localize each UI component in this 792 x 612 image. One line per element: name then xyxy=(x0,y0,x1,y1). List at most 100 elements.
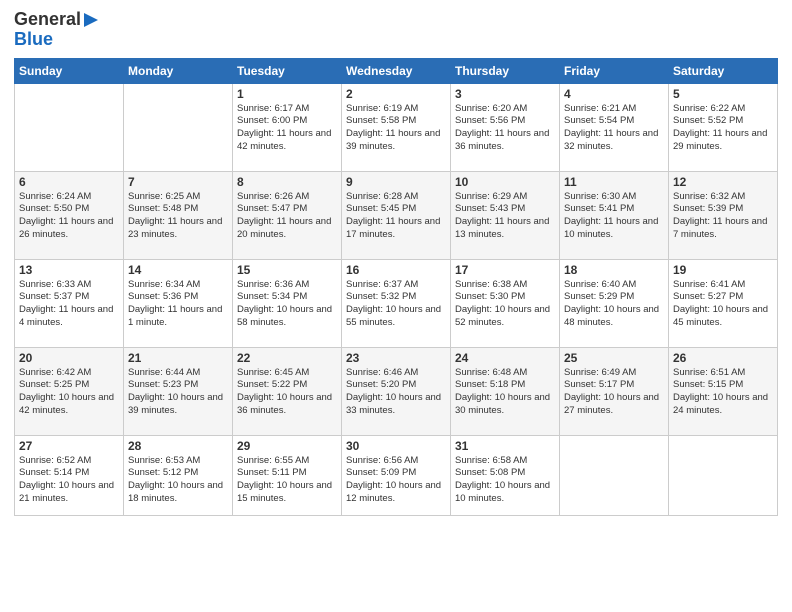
day-info: Sunrise: 6:56 AMSunset: 5:09 PMDaylight:… xyxy=(346,455,446,506)
day-number: 20 xyxy=(19,351,119,365)
calendar-cell: 9 Sunrise: 6:28 AMSunset: 5:45 PMDaylight… xyxy=(342,171,451,259)
day-number: 18 xyxy=(564,263,664,277)
day-info: Sunrise: 6:29 AMSunset: 5:43 PMDaylight:… xyxy=(455,191,555,242)
calendar-header-monday: Monday xyxy=(124,58,233,83)
calendar-header-tuesday: Tuesday xyxy=(233,58,342,83)
calendar-cell: 12 Sunrise: 6:32 AMSunset: 5:39 PMDayligh… xyxy=(669,171,778,259)
day-number: 4 xyxy=(564,87,664,101)
calendar-cell: 27 Sunrise: 6:52 AMSunset: 5:14 PMDayligh… xyxy=(15,435,124,515)
day-info: Sunrise: 6:32 AMSunset: 5:39 PMDaylight:… xyxy=(673,191,773,242)
day-info: Sunrise: 6:44 AMSunset: 5:23 PMDaylight:… xyxy=(128,367,228,418)
calendar-cell: 21Sunrise: 6:44 AMSunset: 5:23 PMDayligh… xyxy=(124,347,233,435)
logo: General Blue xyxy=(14,10,100,50)
calendar-table: SundayMondayTuesdayWednesdayThursdayFrid… xyxy=(14,58,778,516)
day-info: Sunrise: 6:22 AMSunset: 5:52 PMDaylight:… xyxy=(673,103,773,154)
day-number: 10 xyxy=(455,175,555,189)
calendar-cell: 5 Sunrise: 6:22 AMSunset: 5:52 PMDaylight… xyxy=(669,83,778,171)
calendar-cell: 1 Sunrise: 6:17 AMSunset: 6:00 PMDaylight… xyxy=(233,83,342,171)
day-info: Sunrise: 6:34 AMSunset: 5:36 PMDaylight:… xyxy=(128,279,228,330)
day-number: 6 xyxy=(19,175,119,189)
day-number: 22 xyxy=(237,351,337,365)
calendar-cell xyxy=(124,83,233,171)
day-info: Sunrise: 6:49 AMSunset: 5:17 PMDaylight:… xyxy=(564,367,664,418)
calendar-cell: 16Sunrise: 6:37 AMSunset: 5:32 PMDayligh… xyxy=(342,259,451,347)
day-info: Sunrise: 6:17 AMSunset: 6:00 PMDaylight:… xyxy=(237,103,337,154)
calendar-cell: 8 Sunrise: 6:26 AMSunset: 5:47 PMDaylight… xyxy=(233,171,342,259)
calendar-cell: 11Sunrise: 6:30 AMSunset: 5:41 PMDayligh… xyxy=(560,171,669,259)
day-number: 14 xyxy=(128,263,228,277)
day-number: 24 xyxy=(455,351,555,365)
calendar-cell: 6 Sunrise: 6:24 AMSunset: 5:50 PMDaylight… xyxy=(15,171,124,259)
calendar-cell: 24 Sunrise: 6:48 AMSunset: 5:18 PMDayligh… xyxy=(451,347,560,435)
calendar-header-row: SundayMondayTuesdayWednesdayThursdayFrid… xyxy=(15,58,778,83)
calendar-cell: 29Sunrise: 6:55 AMSunset: 5:11 PMDayligh… xyxy=(233,435,342,515)
day-number: 2 xyxy=(346,87,446,101)
day-number: 9 xyxy=(346,175,446,189)
day-info: Sunrise: 6:45 AMSunset: 5:22 PMDaylight:… xyxy=(237,367,337,418)
day-info: Sunrise: 6:21 AMSunset: 5:54 PMDaylight:… xyxy=(564,103,664,154)
calendar-cell: 13 Sunrise: 6:33 AMSunset: 5:37 PMDayligh… xyxy=(15,259,124,347)
day-info: Sunrise: 6:46 AMSunset: 5:20 PMDaylight:… xyxy=(346,367,446,418)
day-info: Sunrise: 6:36 AMSunset: 5:34 PMDaylight:… xyxy=(237,279,337,330)
calendar-cell: 23 Sunrise: 6:46 AMSunset: 5:20 PMDayligh… xyxy=(342,347,451,435)
calendar-header-friday: Friday xyxy=(560,58,669,83)
day-number: 27 xyxy=(19,439,119,453)
day-info: Sunrise: 6:25 AMSunset: 5:48 PMDaylight:… xyxy=(128,191,228,242)
day-number: 23 xyxy=(346,351,446,365)
day-number: 11 xyxy=(564,175,664,189)
day-info: Sunrise: 6:20 AMSunset: 5:56 PMDaylight:… xyxy=(455,103,555,154)
day-info: Sunrise: 6:24 AMSunset: 5:50 PMDaylight:… xyxy=(19,191,119,242)
day-number: 7 xyxy=(128,175,228,189)
day-info: Sunrise: 6:33 AMSunset: 5:37 PMDaylight:… xyxy=(19,279,119,330)
calendar-cell: 15 Sunrise: 6:36 AMSunset: 5:34 PMDayligh… xyxy=(233,259,342,347)
calendar-cell xyxy=(669,435,778,515)
day-number: 1 xyxy=(237,87,337,101)
day-info: Sunrise: 6:42 AMSunset: 5:25 PMDaylight:… xyxy=(19,367,119,418)
day-number: 25 xyxy=(564,351,664,365)
day-number: 15 xyxy=(237,263,337,277)
calendar-week-row: 13 Sunrise: 6:33 AMSunset: 5:37 PMDayligh… xyxy=(15,259,778,347)
day-number: 8 xyxy=(237,175,337,189)
day-info: Sunrise: 6:48 AMSunset: 5:18 PMDaylight:… xyxy=(455,367,555,418)
calendar-week-row: 6 Sunrise: 6:24 AMSunset: 5:50 PMDaylight… xyxy=(15,171,778,259)
calendar-cell: 28 Sunrise: 6:53 AMSunset: 5:12 PMDayligh… xyxy=(124,435,233,515)
day-number: 30 xyxy=(346,439,446,453)
calendar-cell: 17 Sunrise: 6:38 AMSunset: 5:30 PMDayligh… xyxy=(451,259,560,347)
calendar-cell xyxy=(15,83,124,171)
calendar-cell: 26 Sunrise: 6:51 AMSunset: 5:15 PMDayligh… xyxy=(669,347,778,435)
day-number: 29 xyxy=(237,439,337,453)
calendar-cell: 18 Sunrise: 6:40 AMSunset: 5:29 PMDayligh… xyxy=(560,259,669,347)
day-number: 19 xyxy=(673,263,773,277)
day-info: Sunrise: 6:37 AMSunset: 5:32 PMDaylight:… xyxy=(346,279,446,330)
calendar-cell: 3Sunrise: 6:20 AMSunset: 5:56 PMDaylight… xyxy=(451,83,560,171)
day-info: Sunrise: 6:19 AMSunset: 5:58 PMDaylight:… xyxy=(346,103,446,154)
day-info: Sunrise: 6:53 AMSunset: 5:12 PMDaylight:… xyxy=(128,455,228,506)
day-info: Sunrise: 6:26 AMSunset: 5:47 PMDaylight:… xyxy=(237,191,337,242)
day-number: 31 xyxy=(455,439,555,453)
calendar-header-wednesday: Wednesday xyxy=(342,58,451,83)
calendar-cell: 19 Sunrise: 6:41 AMSunset: 5:27 PMDayligh… xyxy=(669,259,778,347)
day-number: 13 xyxy=(19,263,119,277)
day-number: 5 xyxy=(673,87,773,101)
day-number: 28 xyxy=(128,439,228,453)
calendar-week-row: 1 Sunrise: 6:17 AMSunset: 6:00 PMDaylight… xyxy=(15,83,778,171)
day-number: 17 xyxy=(455,263,555,277)
day-number: 12 xyxy=(673,175,773,189)
calendar-cell: 31 Sunrise: 6:58 AMSunset: 5:08 PMDayligh… xyxy=(451,435,560,515)
calendar-cell: 2 Sunrise: 6:19 AMSunset: 5:58 PMDaylight… xyxy=(342,83,451,171)
calendar-cell: 25 Sunrise: 6:49 AMSunset: 5:17 PMDayligh… xyxy=(560,347,669,435)
day-number: 26 xyxy=(673,351,773,365)
day-info: Sunrise: 6:52 AMSunset: 5:14 PMDaylight:… xyxy=(19,455,119,506)
day-info: Sunrise: 6:38 AMSunset: 5:30 PMDaylight:… xyxy=(455,279,555,330)
day-info: Sunrise: 6:28 AMSunset: 5:45 PMDaylight:… xyxy=(346,191,446,242)
day-info: Sunrise: 6:40 AMSunset: 5:29 PMDaylight:… xyxy=(564,279,664,330)
day-info: Sunrise: 6:41 AMSunset: 5:27 PMDaylight:… xyxy=(673,279,773,330)
calendar-cell: 30 Sunrise: 6:56 AMSunset: 5:09 PMDayligh… xyxy=(342,435,451,515)
calendar-header-thursday: Thursday xyxy=(451,58,560,83)
calendar-week-row: 20 Sunrise: 6:42 AMSunset: 5:25 PMDayligh… xyxy=(15,347,778,435)
day-info: Sunrise: 6:51 AMSunset: 5:15 PMDaylight:… xyxy=(673,367,773,418)
day-info: Sunrise: 6:58 AMSunset: 5:08 PMDaylight:… xyxy=(455,455,555,506)
logo-arrow-icon xyxy=(82,11,100,29)
calendar-week-row: 27 Sunrise: 6:52 AMSunset: 5:14 PMDayligh… xyxy=(15,435,778,515)
calendar-cell: 14 Sunrise: 6:34 AMSunset: 5:36 PMDayligh… xyxy=(124,259,233,347)
